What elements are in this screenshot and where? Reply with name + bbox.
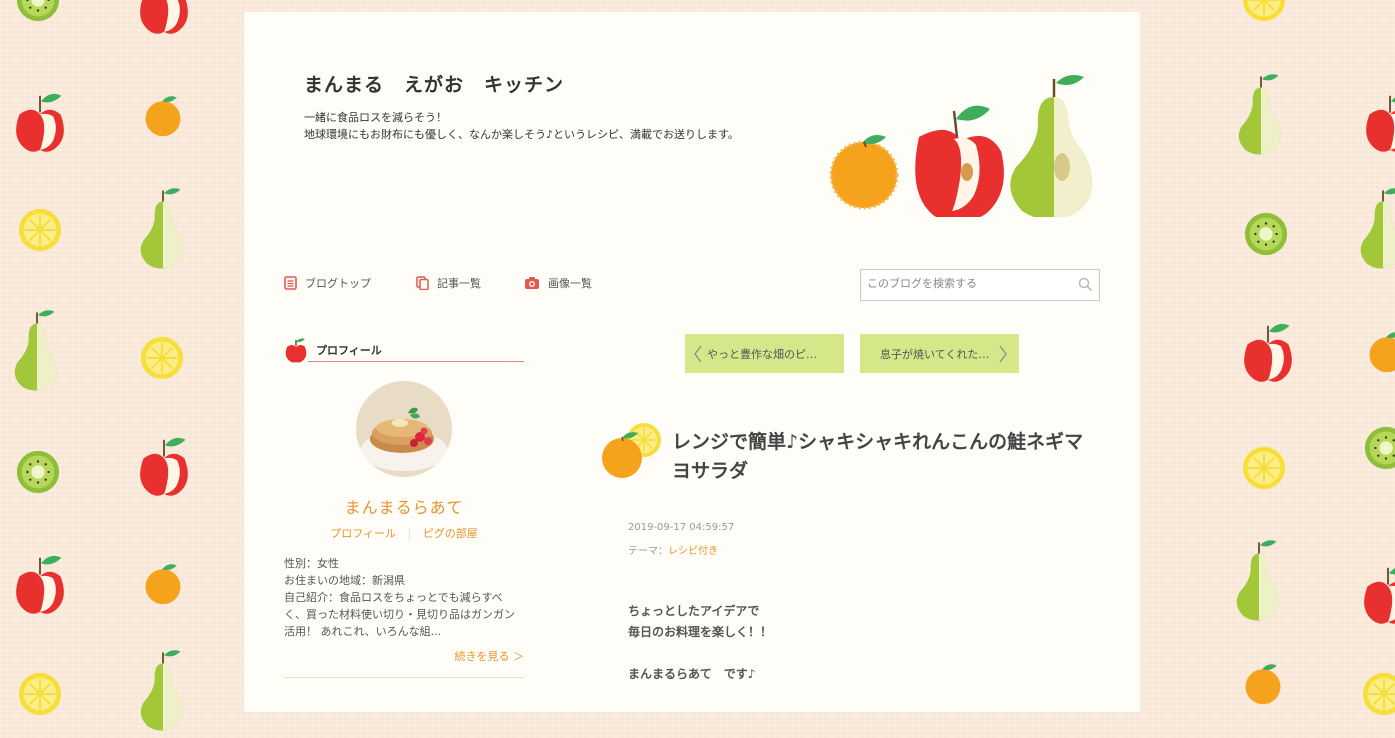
entry-date: 2019-09-17 04:59:57 [628,522,735,533]
profile-heading-label: プロフィール [316,344,382,357]
camera-icon [525,277,539,289]
nav-entry-list[interactable]: 記事一覧 [416,275,481,291]
lemon-icon [1240,0,1288,28]
chevron-right-icon [999,345,1007,363]
apple-icon [136,0,192,40]
apple-icon [915,105,1004,217]
chevron-left-icon [694,345,702,363]
orange-icon [1364,328,1395,378]
apple-icon [12,550,68,620]
entry-title[interactable]: レンジで簡単♪シャキシャキれんこんの鮭ネギマヨサラダ [672,428,1092,486]
pancake-photo [356,381,452,477]
pear-icon [140,188,186,276]
nav-label: 記事一覧 [437,277,481,290]
apple-icon [136,432,192,502]
kiwi-icon [14,448,62,500]
avatar[interactable] [356,381,452,477]
read-more-link[interactable]: 続きを見る ＞ [284,648,525,664]
fruit-illustration [829,75,1092,217]
profile-links: プロフィール | ピグの部屋 [284,525,524,541]
pear-icon [1238,74,1284,162]
prev-entry-button[interactable]: やっと豊作な畑のピ… [685,334,844,373]
nav-blog-top[interactable]: ブログトップ [284,275,371,291]
document-icon [284,276,297,290]
profile-line: 活用！ あれこれ、いろんな組... [284,625,442,638]
profile-line: く、買った材料使い切り・見切り品はガンガン [284,608,515,621]
entry-body-line: ちょっとしたアイデアで [628,604,760,618]
entry-body: ちょっとしたアイデアで 毎日のお料理を楽しく！！ まんまるらあて です♪ [628,601,772,685]
blog-description-line: 地球環境にもお財布にも優しく、なんか楽しそう♪というレシピ、満載でお送りします。 [304,128,739,141]
theme-label: テーマ： [628,546,668,557]
apple-icon [1360,560,1395,630]
pigg-room-link[interactable]: ピグの部屋 [423,527,478,540]
blog-description: 一緒に食品ロスを減らそう！ 地球環境にもお財布にも優しく、なんか楽しそう♪という… [304,109,739,143]
profile-line: 自己紹介：食品ロスをちょっとでも減らすべ [284,591,503,604]
orange-icon [1240,660,1286,710]
profile-link[interactable]: プロフィール [330,527,396,540]
blog-description-line: 一緒に食品ロスを減らそう！ [304,111,447,124]
orange-icon [829,135,899,210]
entry-theme: テーマ：レシピ付き [628,542,718,557]
kiwi-icon [1242,210,1290,262]
prev-entry-label: やっと豊作な畑のピ… [707,348,817,361]
profile-intro: 性別：女性 お住まいの地域：新潟県 自己紹介：食品ロスをちょっとでも減らすべ く… [284,555,526,640]
search-icon[interactable] [1078,277,1093,292]
lemon-icon [16,670,64,722]
entry-body-line: 毎日のお料理を楽しく！！ [628,625,773,639]
lemon-icon [138,334,186,386]
heading-underline [308,361,524,362]
divider: | [407,527,412,540]
lemon-icon [16,206,64,258]
pear-icon [1236,540,1282,628]
apple-icon [285,338,307,363]
lemon-icon [1240,444,1288,496]
profile-heading: プロフィール [284,337,524,363]
pear-icon [140,650,186,738]
entry-body-line [628,643,772,664]
blog-title[interactable]: まんまる えがお キッチン [304,70,564,97]
nav-label: 画像一覧 [548,277,592,290]
nav-image-list[interactable]: 画像一覧 [524,275,592,291]
kiwi-icon [14,0,62,28]
profile-line: 性別：女性 [284,557,339,570]
nav-label: ブログトップ [305,277,371,290]
orange-icon [140,560,186,610]
blog-search [860,269,1100,301]
profile-line: お住まいの地域：新潟県 [284,574,405,587]
apple-icon [1240,318,1296,388]
apple-icon [1362,88,1395,158]
entry-body-line: まんまるらあて です♪ [628,667,756,681]
orange-lemon-icon [602,423,661,478]
divider [284,677,524,678]
blog-page: まんまる えがお キッチン 一緒に食品ロスを減らそう！ 地球環境にもお財布にも優… [244,12,1140,712]
profile-nickname[interactable]: まんまるらあて [284,494,524,518]
lemon-icon [1360,670,1395,722]
pear-icon [1010,75,1092,217]
copy-icon [416,276,429,290]
pear-icon [1360,188,1395,276]
next-entry-button[interactable]: 息子が焼いてくれた… [860,334,1019,373]
orange-icon [140,92,186,142]
apple-icon [12,88,68,158]
pear-icon [14,310,60,398]
next-entry-label: 息子が焼いてくれた… [880,348,990,361]
search-input[interactable] [867,277,1067,290]
kiwi-icon [1362,424,1395,476]
theme-link[interactable]: レシピ付き [668,546,718,557]
